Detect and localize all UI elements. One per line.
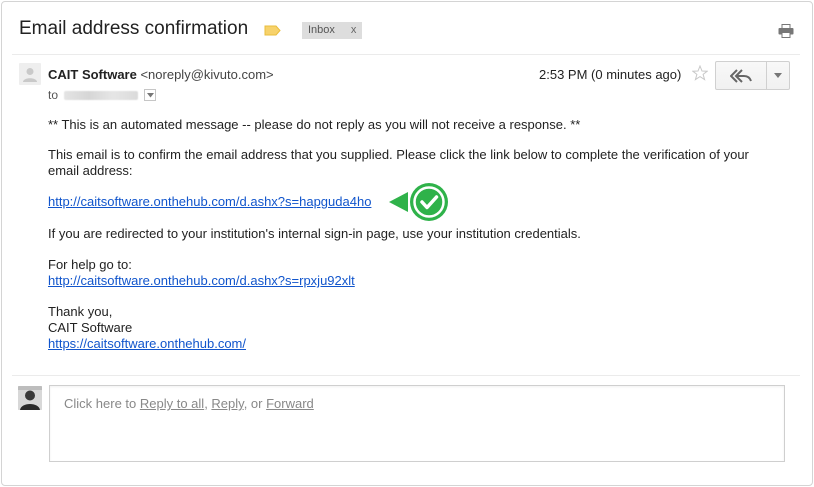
inbox-label-text: Inbox: [308, 24, 335, 36]
email-window: Email address confirmation Inbox x CAIT …: [1, 1, 813, 486]
reply-link[interactable]: Reply: [211, 396, 243, 411]
remove-label-button[interactable]: x: [351, 24, 357, 39]
sender-name[interactable]: CAIT Software: [48, 67, 137, 82]
chevron-down-icon: [146, 92, 154, 97]
chevron-down-icon: [774, 73, 782, 78]
subject-row: Email address confirmation Inbox x: [2, 2, 812, 54]
reply-prompt-prefix: Click here to: [64, 396, 140, 411]
reply-all-button[interactable]: [715, 61, 767, 90]
help-intro: For help go to:: [48, 257, 132, 272]
automated-notice: ** This is an automated message -- pleas…: [48, 117, 581, 132]
reply-divider: [12, 375, 800, 376]
print-icon[interactable]: [778, 24, 794, 38]
label-tag-icon[interactable]: [264, 25, 281, 36]
reply-all-link[interactable]: Reply to all: [140, 396, 204, 411]
sender-email: <noreply@kivuto.com>: [140, 67, 274, 82]
checkmark-callout-icon: [389, 183, 448, 221]
reply-all-icon: [730, 68, 752, 83]
verification-link[interactable]: http://caitsoftware.onthehub.com/d.ashx?…: [48, 194, 371, 210]
person-icon: [23, 68, 37, 82]
profile-photo-icon: [18, 386, 42, 410]
message-time: 2:53 PM (0 minutes ago): [539, 67, 682, 82]
site-link[interactable]: https://caitsoftware.onthehub.com/: [48, 336, 246, 352]
closing-thanks: Thank you,: [48, 304, 113, 319]
reply-compose-box[interactable]: Click here to Reply to all, Reply, or Fo…: [49, 385, 785, 462]
confirm-text-line1: This email is to confirm the email addre…: [48, 147, 749, 162]
my-avatar: [18, 386, 42, 410]
star-icon[interactable]: [692, 65, 708, 81]
reply-prompt: Click here to Reply to all, Reply, or Fo…: [64, 396, 314, 411]
show-details-button[interactable]: [144, 89, 157, 101]
inbox-label-chip: Inbox x: [302, 22, 363, 39]
header-divider: [12, 54, 800, 55]
confirm-text-line2: email address:: [48, 163, 133, 178]
email-subject: Email address confirmation: [19, 18, 249, 39]
redirect-notice: If you are redirected to your institutio…: [48, 226, 581, 241]
sender-avatar: [19, 63, 41, 85]
reply-sep-2: , or: [243, 396, 267, 411]
recipient-redacted: [64, 90, 139, 100]
to-label: to: [48, 88, 59, 102]
help-link[interactable]: http://caitsoftware.onthehub.com/d.ashx?…: [48, 273, 355, 289]
recipient-line: to: [48, 88, 157, 102]
forward-link[interactable]: Forward: [266, 396, 314, 411]
signature-name: CAIT Software: [48, 320, 133, 335]
sender-line: CAIT Software <noreply@kivuto.com>: [48, 67, 274, 82]
more-actions-button[interactable]: [766, 61, 790, 90]
